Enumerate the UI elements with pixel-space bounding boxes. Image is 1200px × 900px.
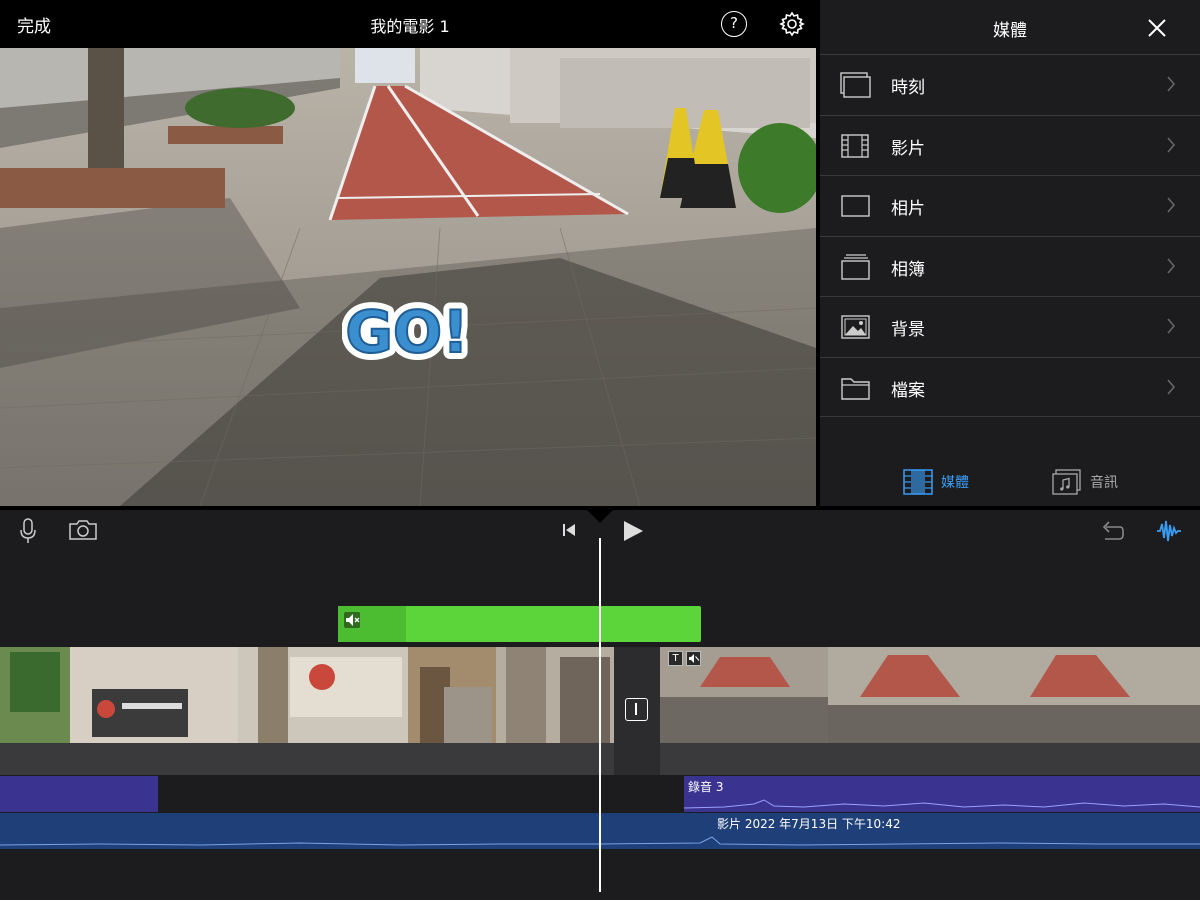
photo-frame-icon [841, 195, 870, 217]
question-circle-icon[interactable]: ? [721, 11, 747, 37]
video-clip-1-audio-row [0, 743, 614, 775]
playhead[interactable] [599, 538, 601, 892]
skip-to-start-icon[interactable] [561, 522, 577, 538]
recording-clip[interactable]: 錄音 3 [684, 776, 1200, 812]
media-item-label: 檔案 [891, 380, 925, 401]
speaker-muted-icon [344, 612, 360, 628]
media-item-label: 相簿 [891, 259, 925, 280]
chevron-right-icon [1167, 136, 1176, 153]
media-item-video[interactable]: 影片 [820, 114, 1200, 176]
tab-media-label: 媒體 [941, 475, 969, 491]
media-item-backgrounds[interactable]: 背景 [820, 296, 1200, 357]
album-stack-icon [841, 253, 870, 280]
video-clip-1[interactable] [0, 647, 614, 743]
title-text-icon: T [668, 651, 683, 666]
tab-audio[interactable]: 音訊 [1052, 468, 1118, 496]
video-clip-2-audio-row [660, 743, 1200, 775]
media-item-label: 背景 [891, 320, 925, 340]
go-sticker[interactable]: GO! GO! [342, 292, 472, 368]
play-icon[interactable] [622, 520, 644, 542]
tab-media[interactable]: 媒體 [903, 468, 969, 496]
chevron-right-icon [1167, 76, 1176, 92]
imovie-editor: 完成 我的電影 1 ? GO! GO! 媒體 時刻 影片 相片 相簿 背景 檔案… [0, 0, 1200, 900]
video-preview[interactable]: GO! GO! [0, 48, 816, 506]
video-clip-2[interactable]: T [660, 647, 1200, 743]
media-item-moments[interactable]: 時刻 [820, 54, 1200, 115]
media-panel-title: 媒體 [993, 21, 1027, 41]
recording-waveform [684, 799, 1200, 809]
media-item-label: 相片 [891, 199, 925, 219]
go-sticker-text: GO! [345, 298, 468, 366]
undo-icon[interactable] [1100, 519, 1124, 541]
close-icon[interactable] [1145, 16, 1169, 40]
audio-waveform-icon[interactable] [1156, 518, 1182, 544]
media-tab-bar: 媒體 音訊 [820, 458, 1200, 506]
top-bar: 完成 我的電影 1 ? [0, 0, 820, 48]
music-note-icon [1052, 469, 1081, 495]
media-category-list: 時刻 影片 相片 相簿 背景 檔案 [820, 54, 1200, 417]
preview-scene [0, 48, 816, 506]
media-item-files[interactable]: 檔案 [820, 356, 1200, 417]
chevron-right-icon [1167, 257, 1176, 274]
sticker-clip[interactable] [338, 606, 701, 642]
stacked-moments-icon [840, 72, 871, 98]
media-item-photos[interactable]: 相片 [820, 175, 1200, 236]
film-tab-icon [903, 469, 933, 495]
playhead-marker [587, 510, 613, 523]
media-item-label: 時刻 [891, 78, 925, 98]
chevron-right-icon [1167, 378, 1176, 395]
recording-clip-start[interactable] [0, 776, 158, 812]
chevron-right-icon [1167, 197, 1176, 213]
folder-icon [841, 377, 870, 400]
media-item-label: 影片 [891, 138, 925, 159]
gear-icon[interactable] [779, 11, 805, 37]
tab-audio-label: 音訊 [1090, 475, 1118, 491]
video-clip-2-thumbnails [660, 647, 1200, 743]
transition-icon[interactable] [625, 698, 648, 721]
media-panel: 媒體 時刻 影片 相片 相簿 背景 檔案 媒體 音訊 [820, 0, 1200, 506]
timeline[interactable]: T 錄音 3 影片 2022 年7月13日 下午10:42 [0, 510, 1200, 900]
film-strip-icon [841, 133, 869, 158]
speaker-muted-icon [686, 651, 701, 666]
microphone-icon[interactable] [18, 518, 38, 544]
chevron-right-icon [1167, 318, 1176, 334]
movie-title: 我的電影 1 [370, 17, 450, 36]
media-item-albums[interactable]: 相簿 [820, 235, 1200, 297]
video-clip-1-thumbnails [0, 647, 614, 743]
landscape-image-icon [841, 315, 870, 339]
camera-icon[interactable] [68, 519, 98, 541]
